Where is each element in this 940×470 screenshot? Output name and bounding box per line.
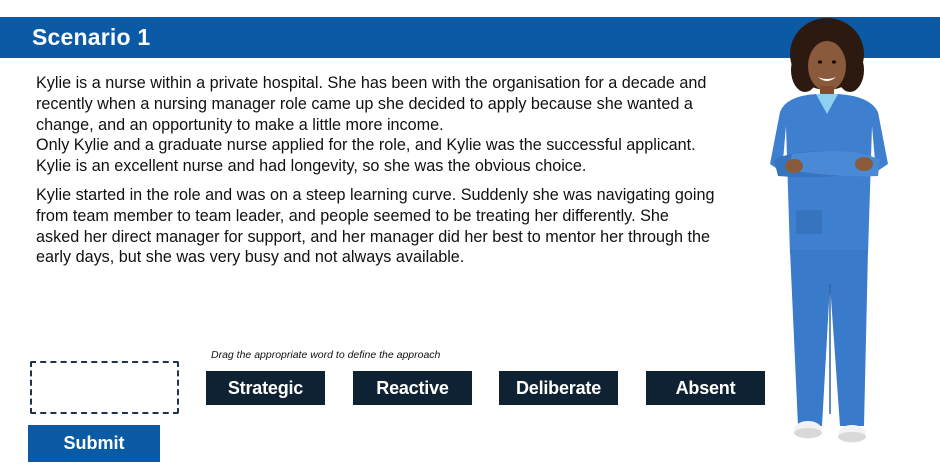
- scenario-text: Kylie is a nurse within a private hospit…: [36, 73, 766, 268]
- scenario-line: asked her direct manager for support, an…: [36, 227, 710, 246]
- nurse-illustration: [770, 18, 888, 443]
- scenario-line: Kylie is an excellent nurse and had long…: [36, 157, 587, 176]
- scenario-line: from team member to team leader, and peo…: [36, 206, 669, 225]
- option-absent[interactable]: Absent: [646, 371, 765, 405]
- drag-instruction: Drag the appropriate word to define the …: [211, 349, 441, 361]
- answer-drop-zone[interactable]: [30, 361, 179, 414]
- scenario-line: Kylie is a nurse within a private hospit…: [36, 74, 707, 92]
- scenario-line: Only Kylie and a graduate nurse applied …: [36, 136, 696, 155]
- submit-button[interactable]: Submit: [28, 425, 160, 462]
- option-deliberate[interactable]: Deliberate: [499, 371, 618, 405]
- option-strategic[interactable]: Strategic: [206, 371, 325, 405]
- scenario-line: early days, but she was very busy and no…: [36, 248, 465, 267]
- scenario-line: change, and an opportunity to make a lit…: [36, 115, 444, 134]
- option-reactive[interactable]: Reactive: [353, 371, 472, 405]
- scenario-line: recently when a nursing manager role cam…: [36, 94, 693, 113]
- scenario-line: Kylie started in the role and was on a s…: [36, 185, 715, 204]
- page-title: Scenario 1: [32, 24, 151, 50]
